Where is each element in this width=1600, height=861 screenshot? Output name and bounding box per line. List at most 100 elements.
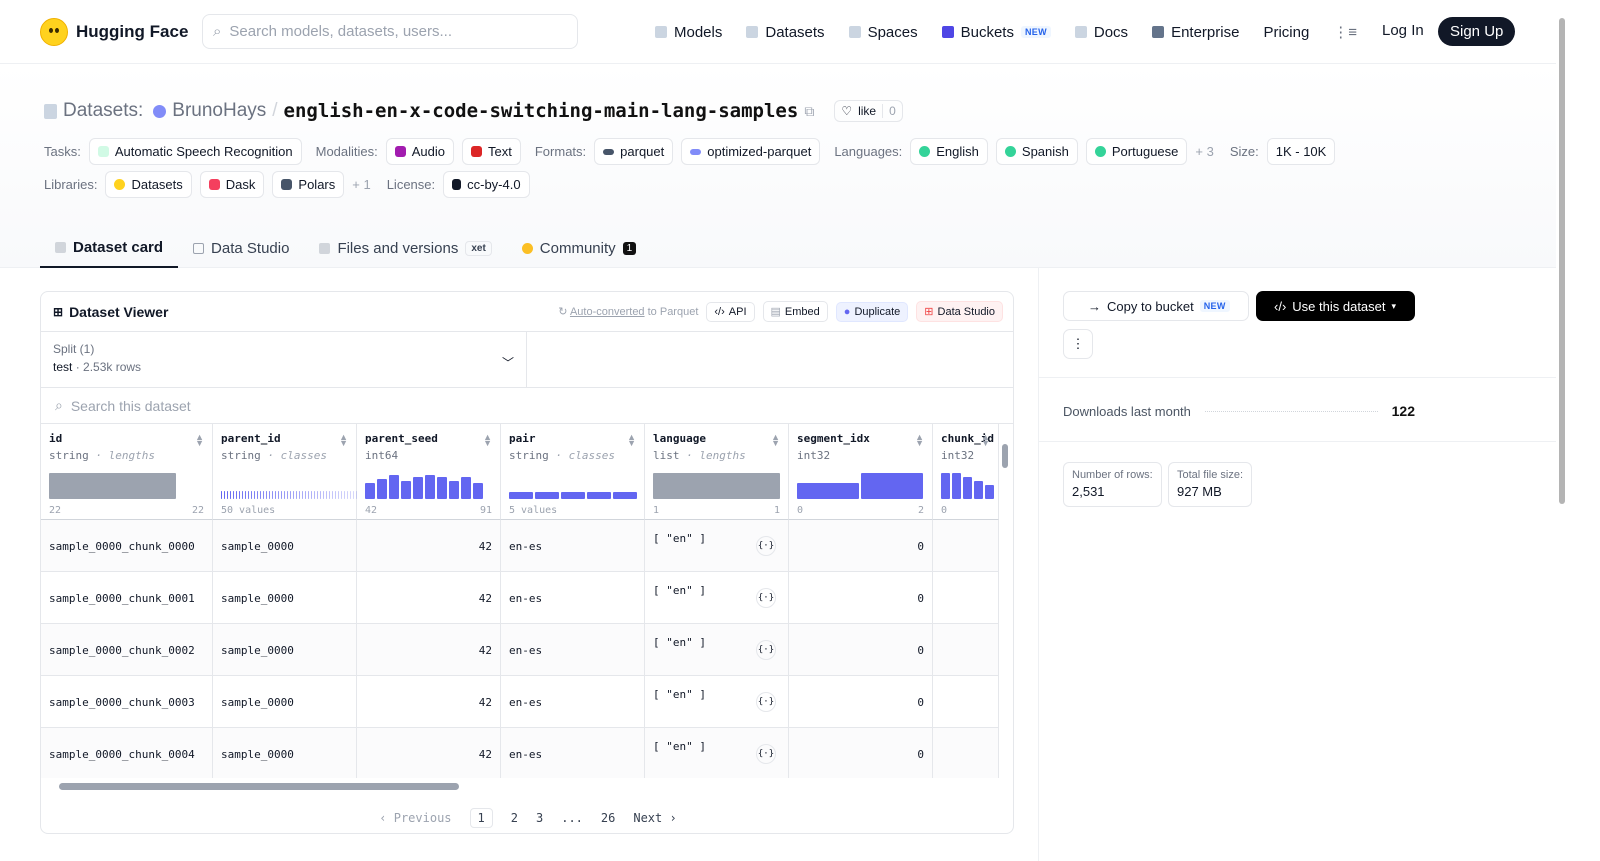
tag-format-parquet[interactable]: parquet — [594, 138, 674, 165]
page-3[interactable]: 3 — [536, 811, 543, 825]
table-cell[interactable]: [ "en" ] {·} — [645, 676, 789, 728]
table-cell[interactable] — [933, 520, 999, 572]
histogram-bar[interactable] — [269, 491, 270, 499]
tab-community[interactable]: Community 1 — [507, 228, 651, 268]
sort-icon[interactable]: ▲ ▼ — [195, 433, 204, 448]
histogram-bar[interactable] — [293, 491, 294, 499]
table-cell[interactable]: sample_0000 — [213, 624, 357, 676]
histogram-bar[interactable] — [296, 491, 297, 499]
histogram-bar[interactable] — [317, 491, 318, 499]
copy-to-bucket-button[interactable]: → Copy to bucket NEW — [1063, 291, 1249, 321]
histogram-bar[interactable] — [797, 483, 859, 499]
json-view-icon[interactable]: {·} — [756, 536, 776, 556]
histogram-bar[interactable] — [311, 491, 312, 499]
repo-name-link[interactable]: english-en-x-code-switching-main-lang-sa… — [284, 100, 799, 122]
histogram-bar[interactable] — [224, 491, 225, 499]
more-options-icon[interactable]: ⋮ — [1063, 329, 1093, 359]
table-cell[interactable]: sample_0000 — [213, 728, 357, 778]
histogram-bar[interactable] — [350, 491, 351, 499]
table-cell[interactable]: 0 — [789, 676, 933, 728]
login-link[interactable]: Log In — [1382, 22, 1424, 39]
histogram-bar[interactable] — [49, 473, 176, 499]
table-cell[interactable]: sample_0000_chunk_0001 — [41, 572, 213, 624]
json-view-icon[interactable]: {·} — [756, 744, 776, 764]
histogram-bar[interactable] — [281, 491, 282, 499]
histogram-bar[interactable] — [587, 492, 611, 499]
duplicate-button[interactable]: ● Duplicate — [835, 301, 909, 322]
tag-modality-text[interactable]: Text — [462, 138, 521, 165]
table-cell[interactable]: en-es — [501, 572, 645, 624]
table-cell[interactable]: 42 — [357, 572, 501, 624]
column-header-pair[interactable]: pair string · classes ▲ ▼ 5 values — [501, 424, 645, 520]
signup-button[interactable]: Sign Up — [1438, 17, 1516, 46]
table-row[interactable]: sample_0000_chunk_0000 sample_0000 42 en-es… — [41, 520, 999, 572]
histogram-bar[interactable] — [230, 491, 231, 499]
histogram-bar[interactable] — [425, 475, 435, 499]
sort-icon[interactable]: ▲ ▼ — [771, 433, 780, 448]
histogram-bar[interactable] — [284, 491, 285, 499]
table-cell[interactable]: [ "en" ] {·} — [645, 728, 789, 778]
tag-license[interactable]: cc-by-4.0 — [443, 171, 530, 198]
table-cell[interactable]: sample_0000 — [213, 520, 357, 572]
column-header-id[interactable]: id string · lengths ▲ ▼ 22 22 — [41, 424, 213, 520]
table-row[interactable]: sample_0000_chunk_0001 sample_0000 42 en-es… — [41, 572, 999, 624]
column-header-language[interactable]: language list · lengths ▲ ▼ 1 1 — [645, 424, 789, 520]
next-page-button[interactable]: Next › — [633, 811, 676, 825]
tag-task[interactable]: Automatic Speech Recognition — [88, 138, 302, 165]
histogram-bar[interactable] — [509, 492, 533, 499]
table-cell[interactable]: 42 — [357, 728, 501, 778]
split-select[interactable]: Split (1) test · 2.53k rows ﹀ — [41, 332, 527, 388]
histogram-bar[interactable] — [287, 491, 288, 499]
histogram-bar[interactable] — [401, 481, 411, 499]
table-cell[interactable]: 0 — [789, 728, 933, 778]
table-cell[interactable]: 0 — [789, 572, 933, 624]
histogram-bar[interactable] — [653, 473, 780, 499]
nav-buckets[interactable]: Buckets NEW — [941, 24, 1051, 41]
table-cell[interactable]: [ "en" ] {·} — [645, 624, 789, 676]
api-button[interactable]: ‹/› API — [706, 301, 755, 322]
nav-enterprise[interactable]: Enterprise — [1152, 24, 1239, 41]
histogram-bar[interactable] — [535, 492, 559, 499]
nav-spaces[interactable]: Spaces — [848, 24, 918, 41]
table-row[interactable]: sample_0000_chunk_0004 sample_0000 42 en-es… — [41, 728, 999, 778]
tag-lang-english[interactable]: English — [910, 138, 988, 165]
table-cell[interactable]: sample_0000 — [213, 676, 357, 728]
like-button[interactable]: ♡ like 0 — [834, 100, 903, 122]
table-cell[interactable]: sample_0000_chunk_0003 — [41, 676, 213, 728]
histogram-bar[interactable] — [305, 491, 306, 499]
tag-lib-dask[interactable]: Dask — [199, 171, 265, 198]
table-cell[interactable] — [933, 728, 999, 778]
histogram-bar[interactable] — [227, 491, 228, 499]
histogram-bar[interactable] — [473, 483, 483, 499]
histogram-bar[interactable] — [290, 491, 291, 499]
repo-owner-link[interactable]: BrunoHays — [172, 100, 266, 122]
libraries-more[interactable]: + 1 — [352, 177, 370, 192]
histogram-bar[interactable] — [613, 492, 637, 499]
table-cell[interactable]: en-es — [501, 520, 645, 572]
histogram-bar[interactable] — [449, 481, 459, 499]
column-header-parent-id[interactable]: parent_id string · classes ▲ ▼ 50 values — [213, 424, 369, 520]
table-cell[interactable]: [ "en" ] {·} — [645, 520, 789, 572]
histogram-bar[interactable] — [320, 491, 321, 499]
table-vertical-scrollbar[interactable] — [1001, 432, 1009, 772]
global-search-input[interactable]: ⌕ Search models, datasets, users... — [202, 14, 578, 49]
table-cell[interactable] — [933, 676, 999, 728]
table-cell[interactable] — [933, 572, 999, 624]
table-horizontal-scrollbar[interactable] — [41, 778, 999, 794]
scroll-thumb[interactable] — [59, 783, 459, 790]
auto-converted-link[interactable]: Auto-converted — [570, 306, 645, 318]
more-menu-icon[interactable]: ⋮≡ — [1333, 23, 1357, 41]
tag-lib-polars[interactable]: Polars — [272, 171, 345, 198]
histogram-bar[interactable] — [963, 477, 972, 499]
histogram-bar[interactable] — [329, 491, 330, 499]
histogram-bar[interactable] — [257, 491, 258, 499]
table-cell[interactable]: en-es — [501, 728, 645, 778]
nav-docs[interactable]: Docs — [1074, 24, 1128, 41]
json-view-icon[interactable]: {·} — [756, 588, 776, 608]
histogram-bar[interactable] — [332, 491, 333, 499]
histogram-bar[interactable] — [272, 491, 273, 499]
column-header-chunk-id[interactable]: chunk_id int32 ▲ ▼ 0 — [933, 424, 999, 520]
tag-size[interactable]: 1K - 10K — [1266, 138, 1336, 165]
histogram-bar[interactable] — [461, 477, 471, 499]
histogram-bar[interactable] — [260, 491, 261, 499]
